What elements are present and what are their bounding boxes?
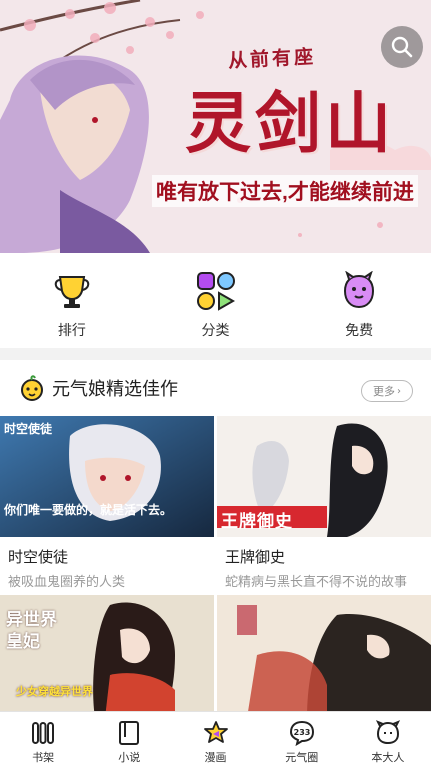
category-label: 排行 (57, 323, 86, 339)
cover-caption: 你们唯一要做的，就是活下去。 (4, 503, 173, 517)
shapes-icon (196, 272, 235, 311)
cover-caption: 少女穿越异世界 (16, 685, 93, 698)
tab-bookshelf[interactable]: 书架 (0, 712, 86, 768)
comic-cover: 时空使徒 你们唯一要做的，就是活下去。 (0, 416, 214, 537)
category-row: 排行 分类 免费 (0, 253, 431, 348)
tab-label: 小说 (118, 751, 141, 764)
cover-title: 王牌御史 (221, 512, 293, 532)
section-divider (0, 348, 431, 360)
tab-me[interactable]: 本大人 (345, 712, 431, 768)
search-button[interactable] (381, 26, 423, 68)
tab-novel[interactable]: 小说 (86, 712, 172, 768)
yuanqi-logo-icon (21, 375, 43, 401)
section-title: 元气娘精选佳作 (52, 379, 178, 400)
banner-subtitle: 从前有座 (227, 45, 317, 73)
more-icon: › (397, 385, 401, 397)
category-free[interactable]: 免费 (287, 253, 431, 348)
cover-title: 异世界皇妃 (6, 610, 57, 652)
search-icon (391, 36, 413, 58)
more-label: 更多 (373, 385, 395, 398)
hero-banner[interactable]: 从前有座 灵剑山 唯有放下过去,才能继续前进 (0, 0, 431, 253)
comic-cover: 异世界皇妃 少女穿越异世界 (0, 595, 214, 718)
banner-tagline: 唯有放下过去,才能继续前进 (152, 175, 418, 207)
banner-title: 灵剑山 (185, 84, 395, 162)
cover-image (217, 595, 431, 718)
comic-cover: 王牌御史 (217, 416, 431, 537)
comic-desc: 蛇精病与黑长直不得不说的故事 (225, 575, 408, 590)
category-label: 免费 (345, 323, 374, 339)
app-screen: 从前有座 灵剑山 唯有放下过去,才能继续前进 排行 分类 免费 元气娘精选佳作 … (0, 0, 431, 768)
face-icon (375, 720, 400, 745)
svg-text:233: 233 (293, 728, 310, 737)
category-label: 分类 (201, 323, 230, 339)
section-header: 元气娘精选佳作 更多 › (0, 360, 431, 416)
purple-monster-icon (344, 271, 375, 309)
book-icon (119, 721, 140, 745)
comic-card[interactable]: 时空使徒 你们唯一要做的，就是活下去。 时空使徒 被吸血鬼圈养的人类 (0, 416, 214, 590)
cover-title: 时空使徒 (4, 422, 53, 436)
comic-card[interactable]: 异世界皇妃 少女穿越异世界 (0, 595, 214, 718)
more-button[interactable]: 更多 › (361, 380, 413, 402)
tab-label: 书架 (32, 751, 55, 764)
tab-circle[interactable]: 233 元气圈 (259, 712, 345, 768)
category-genres[interactable]: 分类 (144, 253, 288, 348)
tab-label: 本大人 (371, 751, 405, 764)
comic-title: 王牌御史 (225, 548, 286, 566)
tab-label: 漫画 (204, 751, 227, 764)
trophy-icon (54, 276, 90, 308)
comic-icon (203, 721, 228, 743)
tab-comic[interactable]: 漫画 (172, 712, 258, 768)
bookshelf-icon (32, 722, 55, 744)
comic-card[interactable]: 王牌御史 王牌御史 蛇精病与黑长直不得不说的故事 (217, 416, 431, 590)
comic-card[interactable] (217, 595, 431, 718)
tab-label: 元气圈 (285, 751, 319, 764)
comic-desc: 被吸血鬼圈养的人类 (8, 575, 126, 590)
comic-cover (217, 595, 431, 718)
category-ranking[interactable]: 排行 (0, 253, 144, 348)
comic-title: 时空使徒 (8, 548, 69, 566)
bubble-233-icon: 233 (289, 720, 314, 746)
bottom-tab-bar: 书架 小说 漫画 233 元气圈 本大人 (0, 711, 431, 768)
